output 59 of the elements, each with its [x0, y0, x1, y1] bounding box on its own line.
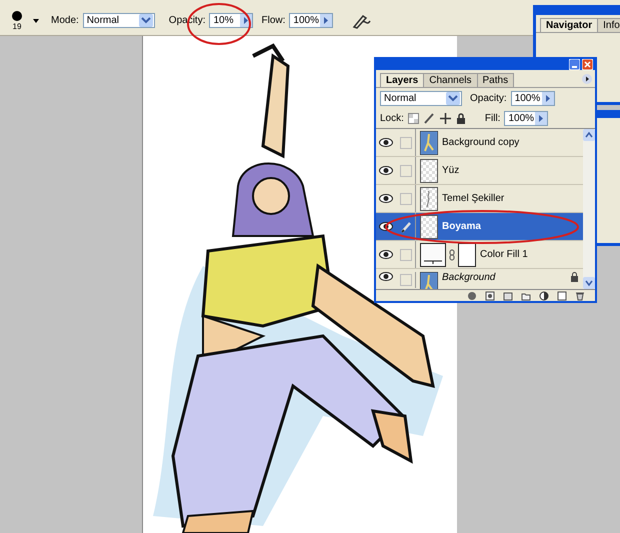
opacity-field[interactable]: 10% [209, 13, 254, 28]
lock-icon[interactable] [456, 112, 466, 124]
panel-tab[interactable]: Paths [476, 73, 514, 87]
layer-name: Temel Şekiller [442, 193, 504, 204]
flow-label: Flow: [261, 15, 286, 26]
lock-icon [570, 272, 579, 282]
link-layers-icon[interactable] [467, 290, 477, 300]
fill-thumbnail [420, 242, 446, 266]
panel-tab[interactable]: Info [597, 18, 620, 32]
opacity-field[interactable]: 100% [510, 90, 555, 106]
trash-icon[interactable] [575, 290, 585, 300]
layer-thumbnail [420, 272, 438, 289]
panel-tab[interactable]: Channels [423, 73, 478, 87]
fill-label: Fill: [484, 112, 500, 124]
link-icon [449, 248, 455, 260]
scroll-up-icon[interactable] [583, 129, 595, 141]
eye-icon[interactable] [379, 250, 393, 259]
blend-mode-select[interactable]: Normal [380, 90, 462, 106]
panel-tab[interactable]: Layers [380, 73, 424, 87]
layer-thumbnail [420, 130, 438, 154]
panel-tab[interactable]: Navigator [540, 18, 598, 32]
minimize-icon[interactable] [569, 59, 580, 70]
adjustment-icon[interactable] [539, 290, 549, 300]
mode-label: Mode: [51, 15, 79, 26]
lock-label: Lock: [380, 112, 404, 124]
eye-icon[interactable] [379, 166, 393, 175]
eye-icon[interactable] [379, 194, 393, 203]
caret-icon[interactable] [33, 18, 39, 22]
layer-style-icon[interactable] [485, 290, 495, 300]
layer-row[interactable]: Yüz [376, 157, 583, 185]
new-layer-icon[interactable] [557, 290, 567, 300]
mask-icon[interactable] [503, 290, 513, 300]
layer-name: Color Fill 1 [480, 249, 528, 260]
dropdown-icon [138, 14, 153, 27]
opacity-label: Opacity: [470, 92, 507, 104]
layer-thumbnail [420, 214, 438, 238]
layer-thumbnail [420, 158, 438, 182]
layer-row[interactable]: Background copy [376, 129, 583, 157]
eye-icon[interactable] [379, 138, 393, 147]
mask-thumbnail [458, 242, 476, 266]
scrollbar[interactable] [583, 129, 595, 289]
dropdown-icon [446, 92, 460, 104]
layer-row[interactable]: Color Fill 1 [376, 241, 583, 269]
layer-row[interactable]: Boyama [376, 213, 583, 241]
layer-name: Boyama [442, 221, 481, 232]
mode-select[interactable]: Normal [82, 13, 155, 28]
layer-name: Background [442, 272, 496, 283]
layer-name: Yüz [442, 165, 460, 176]
layer-thumbnail [420, 186, 438, 210]
flow-field[interactable]: 100% [289, 13, 334, 28]
close-icon[interactable] [582, 59, 593, 70]
scroll-down-icon[interactable] [583, 277, 595, 289]
panel-menu-icon[interactable] [582, 74, 592, 84]
eye-icon[interactable] [379, 272, 393, 281]
move-icon[interactable] [440, 112, 451, 124]
checkerboard-icon[interactable] [408, 112, 419, 124]
layer-name: Background copy [442, 137, 520, 148]
brush-size: 19 [12, 22, 22, 31]
fill-field[interactable]: 100% [504, 110, 548, 126]
